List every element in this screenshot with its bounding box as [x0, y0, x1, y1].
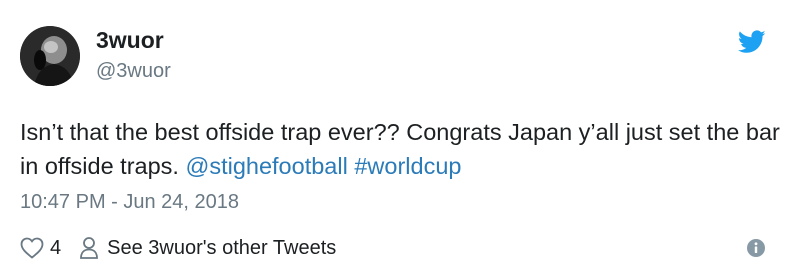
like-button[interactable]: 4	[20, 237, 61, 260]
hashtag-link[interactable]: #worldcup	[354, 153, 461, 179]
embedded-tweet: 3wuor @3wuor Isn’t that the best offside…	[0, 0, 800, 278]
tweet-text: Isn’t that the best offside trap ever?? …	[20, 115, 780, 183]
mention-link[interactable]: @stighefootball	[185, 153, 347, 179]
heart-icon	[20, 237, 44, 259]
twitter-bird-icon[interactable]	[737, 30, 766, 54]
see-other-tweets-link[interactable]: See 3wuor's other Tweets	[79, 236, 336, 260]
display-name[interactable]: 3wuor	[96, 27, 164, 53]
tweet-actions: 4 See 3wuor's other Tweets	[20, 236, 336, 260]
see-other-tweets-label: See 3wuor's other Tweets	[107, 236, 337, 259]
person-icon	[79, 236, 99, 260]
info-icon[interactable]	[746, 238, 766, 258]
avatar[interactable]	[20, 26, 80, 86]
like-count: 4	[50, 236, 62, 259]
user-handle[interactable]: @3wuor	[96, 60, 171, 82]
tweet-timestamp[interactable]: 10:47 PM - Jun 24, 2018	[20, 191, 239, 213]
